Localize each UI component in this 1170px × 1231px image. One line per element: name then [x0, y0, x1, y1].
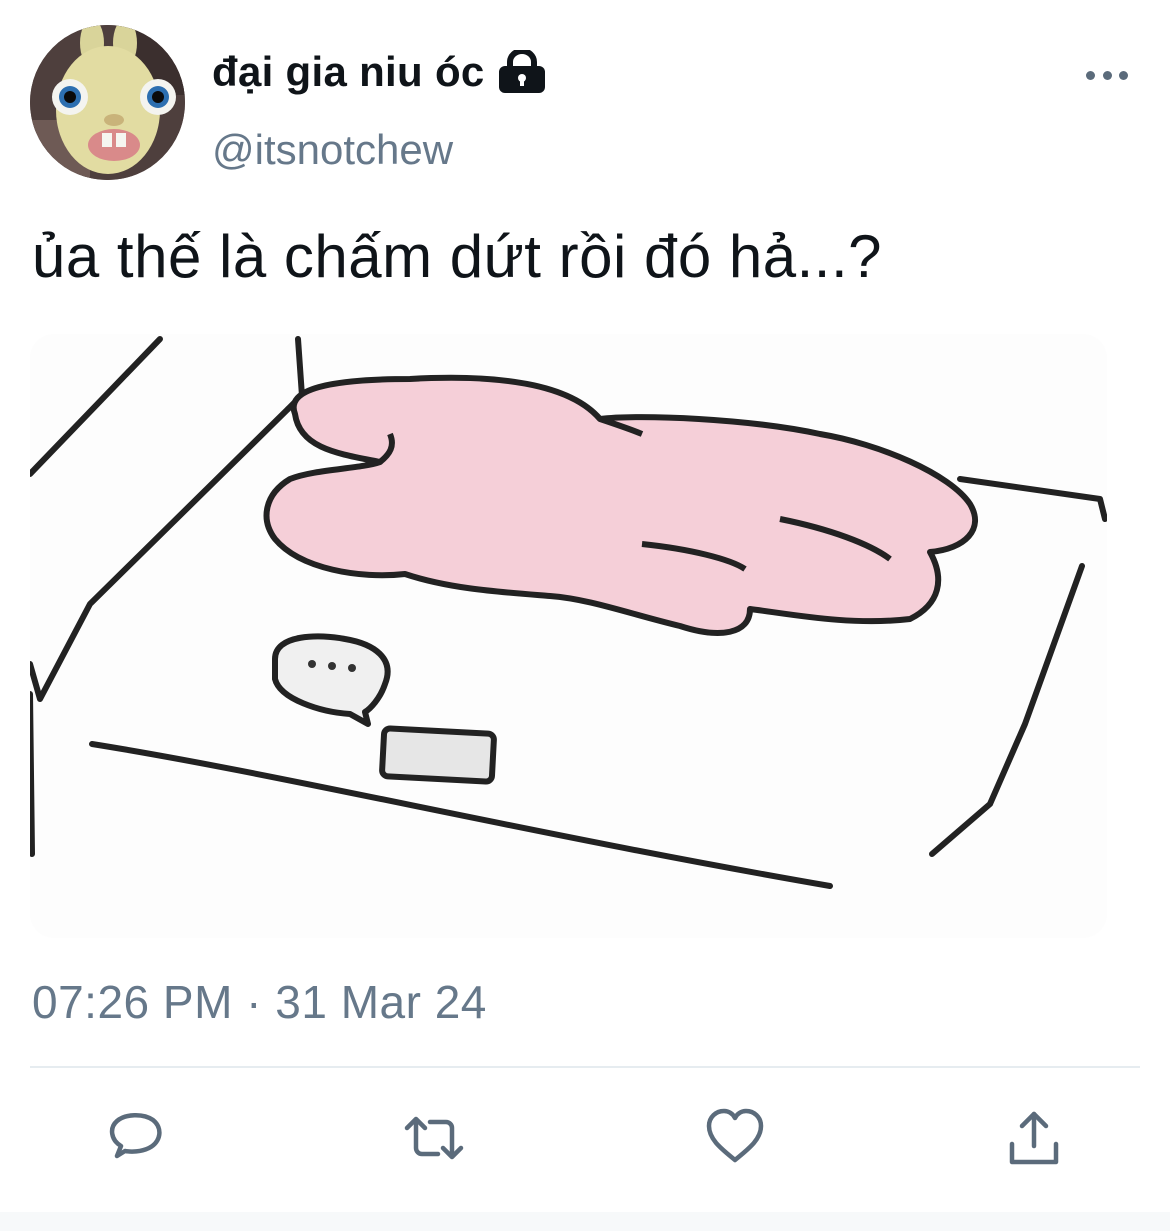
tweet-image[interactable] [30, 334, 1107, 938]
more-dot [1102, 70, 1112, 80]
more-dot [1086, 70, 1095, 80]
display-name-text: đại gia niu óc [212, 48, 485, 95]
retweet-button[interactable] [402, 1106, 466, 1170]
tweet-actions [0, 1100, 1170, 1180]
display-name[interactable]: đại gia niu óc [212, 48, 547, 96]
bottom-edge [0, 1212, 1170, 1231]
bunny-on-bed-illustration [30, 334, 1107, 938]
rabbid-avatar-icon [30, 25, 185, 180]
upload-share-icon [1009, 1111, 1059, 1165]
more-dot [1119, 70, 1128, 80]
tweet-text: ủa thế là chấm dứt rồi đó hả...? [32, 223, 882, 290]
more-options-button[interactable] [1078, 58, 1136, 92]
share-button[interactable] [1002, 1106, 1066, 1170]
retweet-arrows-icon [404, 1116, 464, 1160]
tweet-timestamp[interactable]: 07:26 PM · 31 Mar 24 [32, 975, 487, 1029]
lock-icon [497, 50, 547, 94]
avatar[interactable] [30, 25, 185, 180]
like-button[interactable] [703, 1106, 767, 1170]
user-handle[interactable]: @itsnotchew [212, 126, 453, 174]
divider [30, 1066, 1140, 1068]
heart-icon [706, 1108, 764, 1163]
tweet-card: đại gia niu óc @itsnotchew ủa thế là chấ… [0, 0, 1170, 1231]
reply-button[interactable] [103, 1106, 167, 1170]
speech-bubble-icon [109, 1113, 162, 1159]
